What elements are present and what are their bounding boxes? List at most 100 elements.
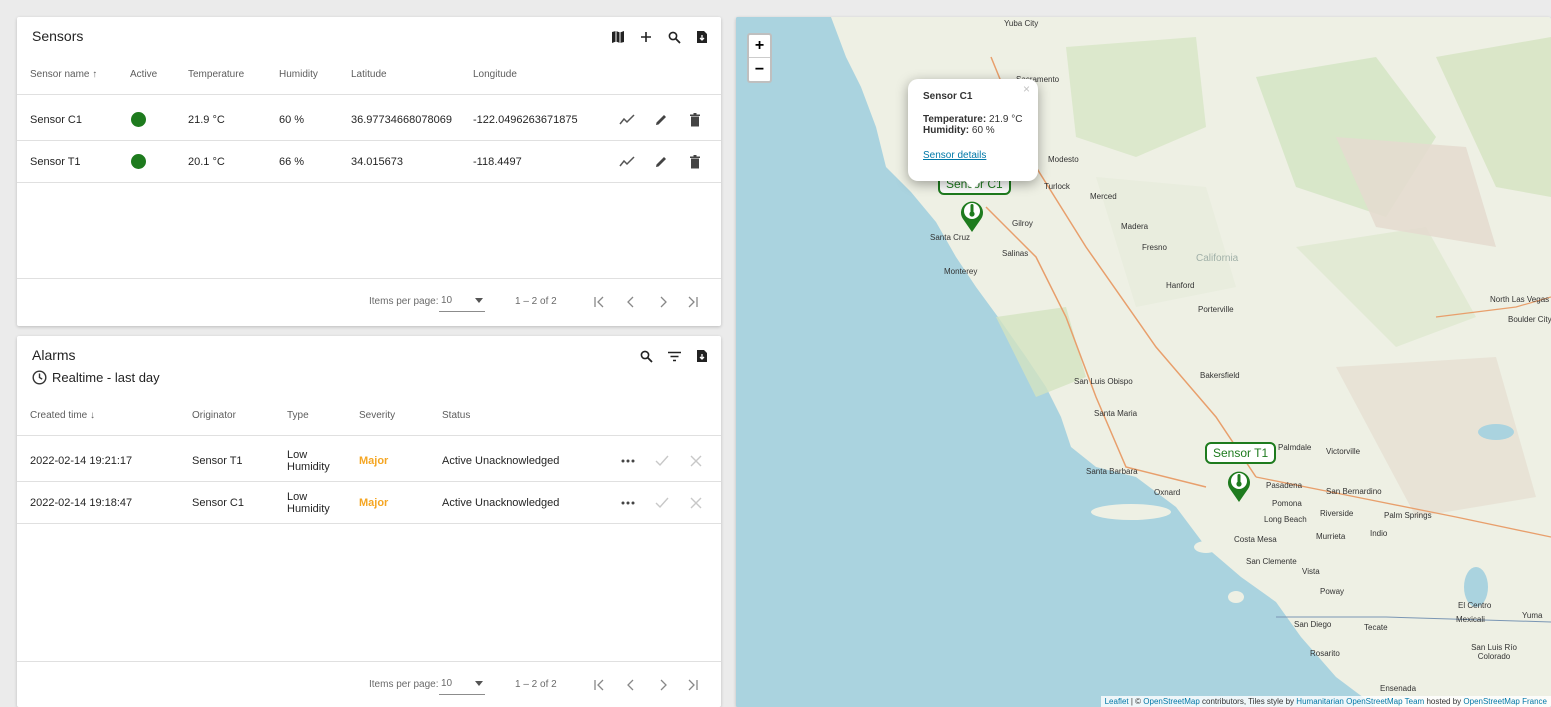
clear-icon[interactable]	[685, 450, 707, 472]
timewindow[interactable]: Realtime - last day	[32, 370, 160, 385]
sort-arrow-icon: ↓	[90, 410, 96, 421]
alarms-title: Alarms	[32, 347, 76, 363]
edit-icon[interactable]	[650, 151, 672, 173]
sensor-name: Sensor T1	[30, 155, 81, 168]
city-label: Fresno	[1142, 243, 1167, 252]
table-row[interactable]: Sensor C1 21.9 °C 60 % 36.97734668078069…	[17, 99, 721, 141]
col-latitude[interactable]: Latitude	[351, 55, 387, 94]
active-indicator	[131, 141, 146, 182]
table-row[interactable]: 2022-02-14 19:18:47 Sensor C1 Low Humidi…	[17, 482, 721, 524]
map-widget[interactable]: Sacramento Modesto Turlock Merced Madera…	[736, 17, 1551, 707]
city-label: Monterey	[944, 267, 978, 276]
city-label: Santa Maria	[1094, 409, 1138, 418]
city-label: Gilroy	[1012, 219, 1033, 228]
page-size-select[interactable]: 10	[439, 290, 485, 312]
search-icon[interactable]	[635, 346, 657, 366]
col-created-time[interactable]: Created time ↓	[30, 396, 95, 435]
originator: Sensor C1	[192, 496, 244, 509]
clear-icon[interactable]	[685, 492, 707, 514]
city-label: Oxnard	[1154, 488, 1181, 497]
city-label: North Las Vegas	[1490, 295, 1550, 304]
alarms-toolbar	[635, 346, 713, 366]
alarm-type-line: Low	[287, 448, 308, 461]
severity-badge: Major	[359, 454, 389, 467]
city-label: Yuba City	[1004, 19, 1039, 28]
col-sensor-name[interactable]: Sensor name ↑	[30, 55, 97, 94]
city-label: Murrieta	[1316, 532, 1346, 541]
timeseries-icon[interactable]	[616, 151, 638, 173]
zoom-out-button[interactable]: −	[749, 58, 770, 81]
hot-link[interactable]: Humanitarian OpenStreetMap Team	[1296, 697, 1424, 706]
col-originator[interactable]: Originator	[192, 396, 236, 435]
prev-page-icon[interactable]	[621, 675, 641, 695]
severity-badge: Major	[359, 496, 389, 509]
table-row[interactable]: 2022-02-14 19:21:17 Sensor T1 Low Humidi…	[17, 440, 721, 482]
city-label: Merced	[1090, 192, 1117, 201]
active-indicator	[131, 99, 146, 140]
alarms-widget: Alarms Realtime - last day Created time …	[17, 336, 721, 707]
thermometer-marker-icon[interactable]	[959, 199, 985, 233]
created-time: 2022-02-14 19:21:17	[30, 454, 133, 467]
city-label: San Luis Obispo	[1074, 377, 1133, 386]
city-label: Costa Mesa	[1234, 535, 1277, 544]
alarm-status: Active Unacknowledged	[442, 496, 560, 509]
city-label: Santa Barbara	[1086, 467, 1138, 476]
next-page-icon[interactable]	[653, 675, 673, 695]
city-label: Yuma	[1522, 611, 1543, 620]
thermometer-marker-icon[interactable]	[1226, 469, 1252, 503]
zoom-in-button[interactable]: +	[749, 35, 770, 58]
delete-icon[interactable]	[684, 109, 706, 131]
search-icon[interactable]	[663, 27, 685, 47]
sensor-details-link[interactable]: Sensor details	[923, 150, 1023, 161]
more-icon[interactable]	[617, 492, 639, 514]
originator: Sensor T1	[192, 454, 243, 467]
alarm-status: Active Unacknowledged	[442, 454, 560, 467]
clock-icon	[32, 370, 47, 385]
temperature: 21.9 °C	[188, 113, 225, 126]
close-icon[interactable]: ×	[1023, 82, 1030, 96]
timeseries-icon[interactable]	[616, 109, 638, 131]
col-temperature[interactable]: Temperature	[188, 55, 244, 94]
leaflet-link[interactable]: Leaflet	[1105, 697, 1129, 706]
filter-icon[interactable]	[663, 346, 685, 366]
col-status[interactable]: Status	[442, 396, 470, 435]
city-label: Pasadena	[1266, 481, 1303, 490]
osm-france-link[interactable]: OpenStreetMap France	[1463, 697, 1547, 706]
last-page-icon[interactable]	[683, 292, 703, 312]
delete-icon[interactable]	[684, 151, 706, 173]
map-tiles[interactable]	[736, 17, 1551, 707]
last-page-icon[interactable]	[683, 675, 703, 695]
edit-icon[interactable]	[650, 109, 672, 131]
col-type[interactable]: Type	[287, 396, 309, 435]
popup-humidity: Humidity: 60 %	[923, 125, 995, 136]
map-icon[interactable]	[607, 27, 629, 47]
add-icon[interactable]	[635, 27, 657, 47]
col-longitude[interactable]: Longitude	[473, 55, 517, 94]
page-size-select[interactable]: 10	[439, 673, 485, 695]
first-page-icon[interactable]	[589, 675, 609, 695]
humidity: 66 %	[279, 155, 305, 168]
city-label: Long Beach	[1264, 515, 1307, 524]
items-per-page-label: Items per page:	[369, 296, 439, 307]
sensors-table-header: Sensor name ↑ Active Temperature Humidit…	[17, 55, 721, 95]
acknowledge-icon[interactable]	[651, 492, 673, 514]
marker-label-sensor-t1[interactable]: Sensor T1	[1205, 442, 1277, 464]
page-size-value: 10	[441, 678, 453, 689]
table-row[interactable]: Sensor T1 20.1 °C 66 % 34.015673 -118.44…	[17, 141, 721, 183]
next-page-icon[interactable]	[653, 292, 673, 312]
more-icon[interactable]	[617, 450, 639, 472]
col-humidity[interactable]: Humidity	[279, 55, 318, 94]
alarm-type: Low Humidity	[287, 440, 330, 481]
acknowledge-icon[interactable]	[651, 450, 673, 472]
osm-link[interactable]: OpenStreetMap	[1143, 697, 1199, 706]
dropdown-arrow-icon	[475, 681, 483, 686]
col-active[interactable]: Active	[130, 55, 157, 94]
first-page-icon[interactable]	[589, 292, 609, 312]
sensors-widget: Sensors Sensor name ↑ Active Temperature…	[17, 17, 721, 326]
prev-page-icon[interactable]	[621, 292, 641, 312]
row-actions	[617, 482, 707, 523]
col-severity[interactable]: Severity	[359, 396, 395, 435]
export-icon[interactable]	[691, 346, 713, 366]
city-label: Palm Springs	[1384, 511, 1432, 520]
export-icon[interactable]	[691, 27, 713, 47]
